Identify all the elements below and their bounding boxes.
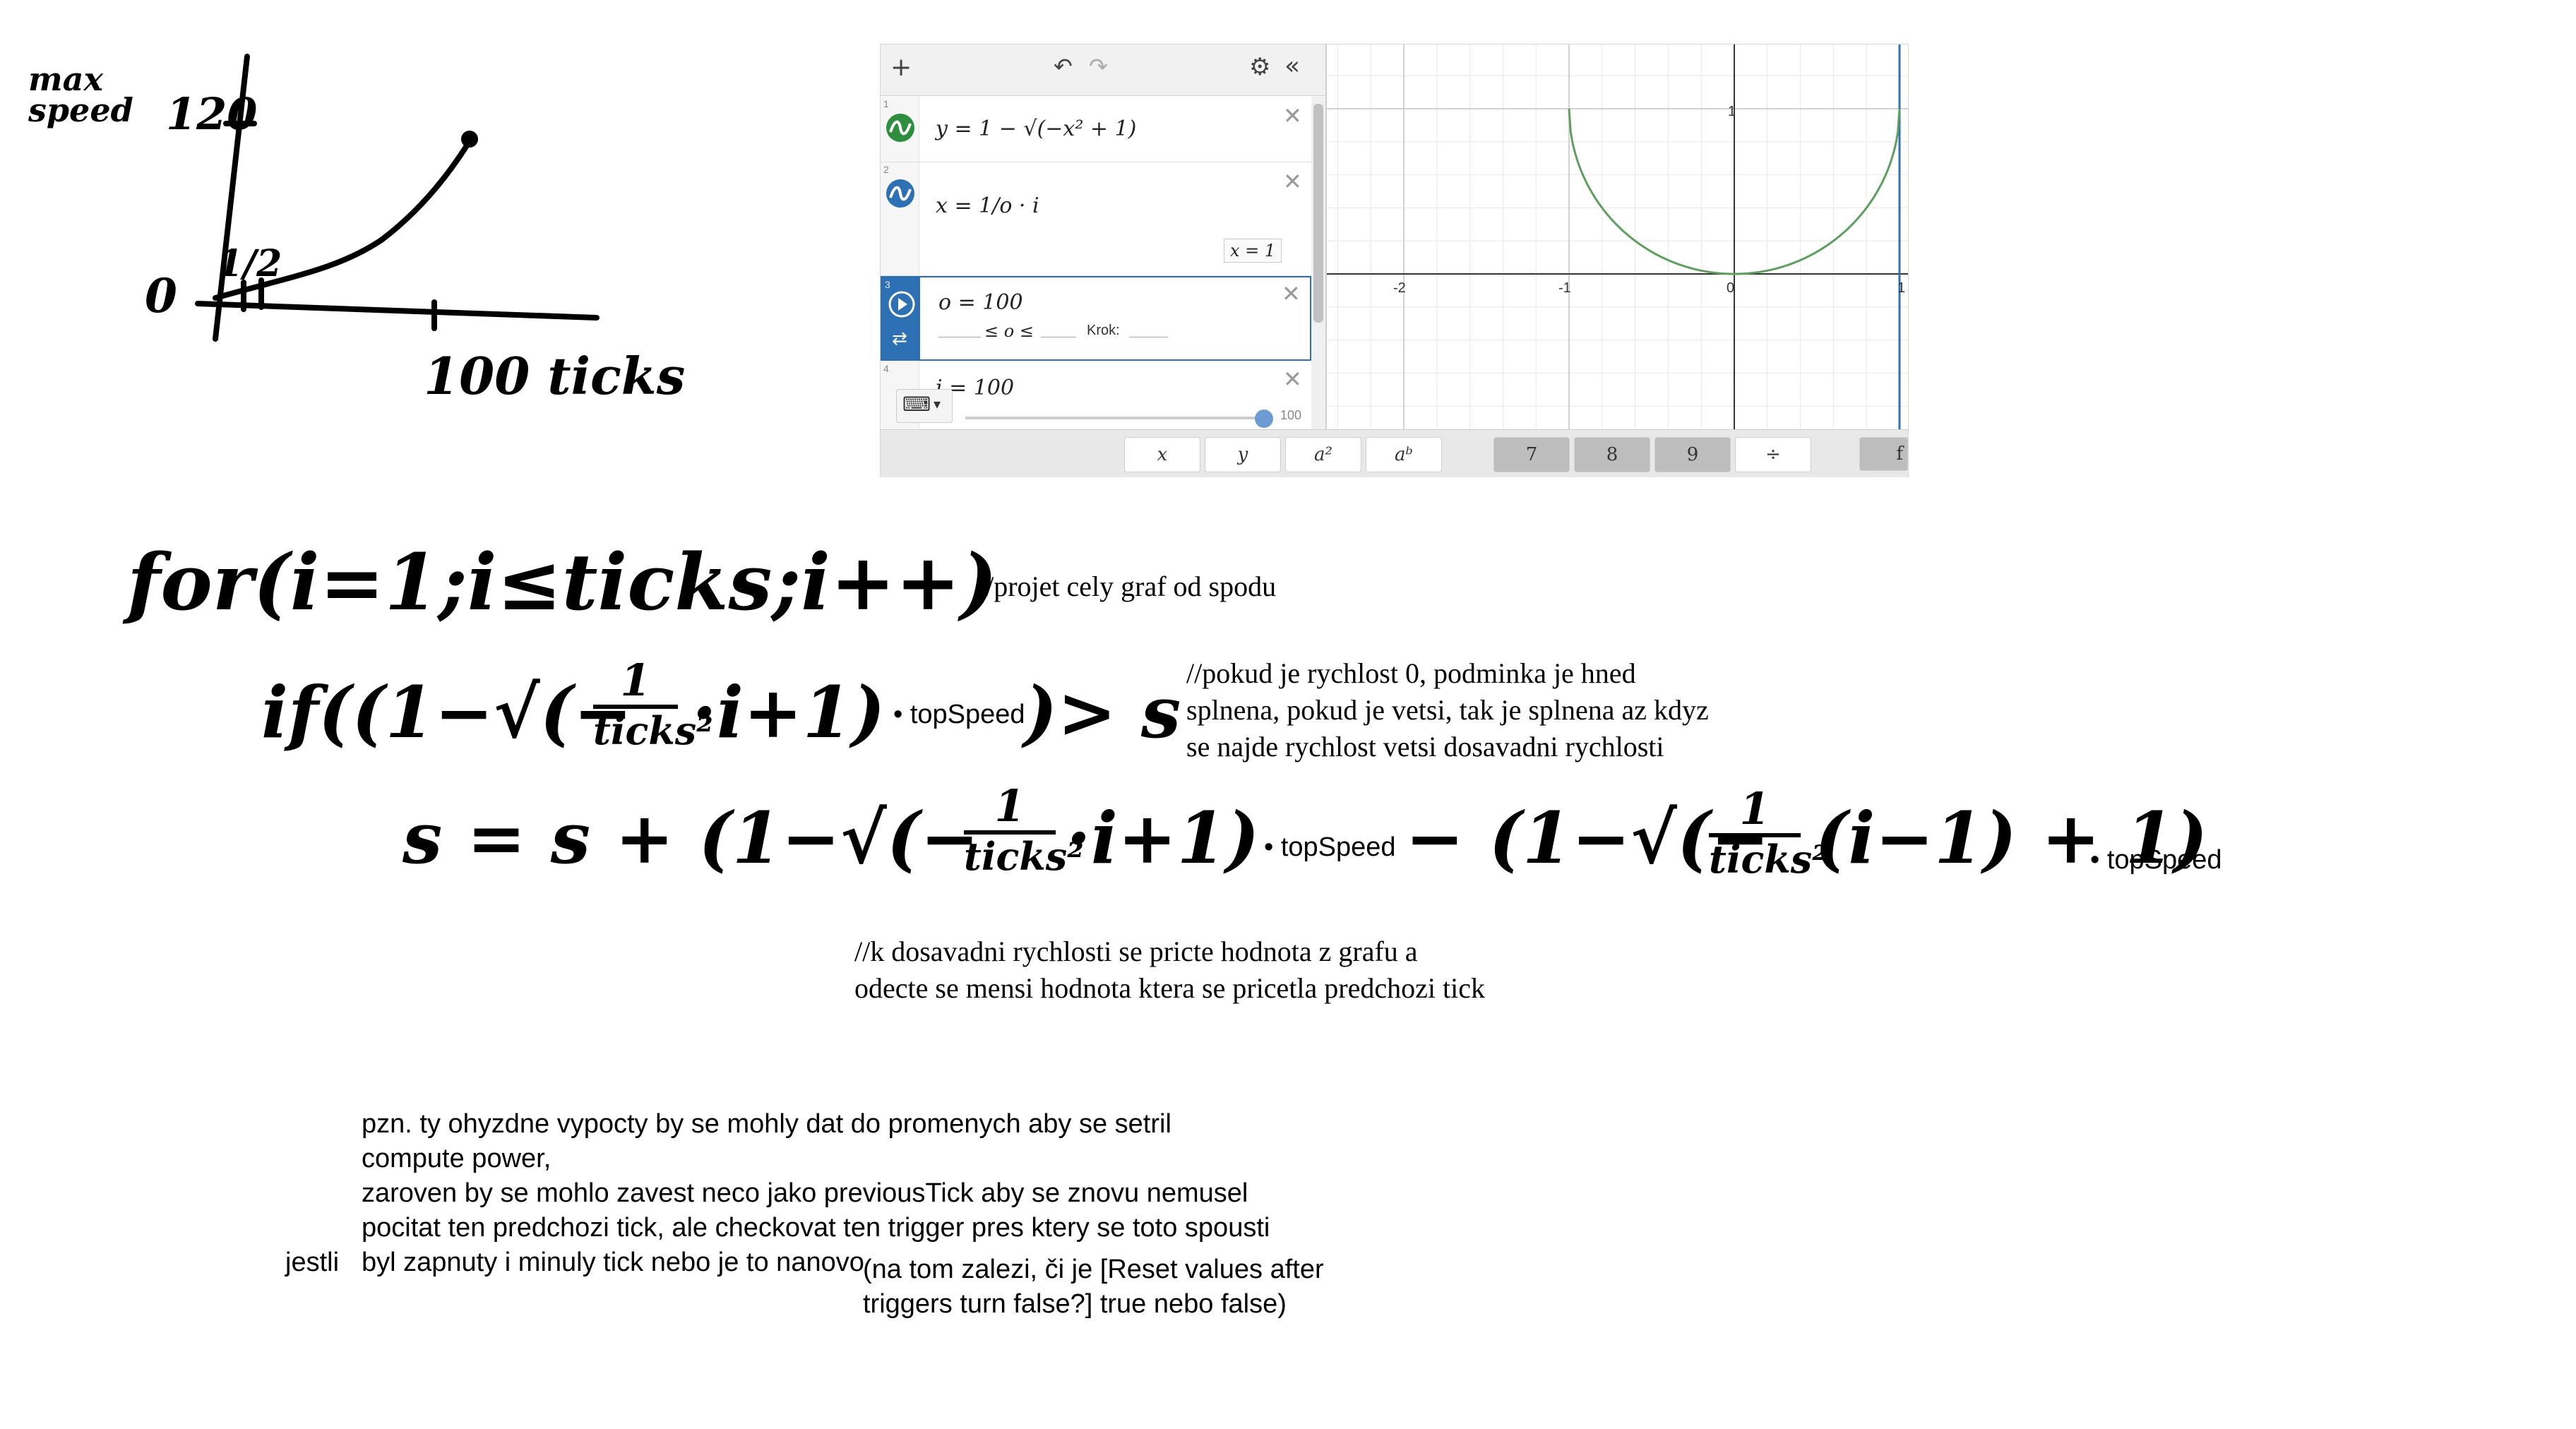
expression-gutter: 2 (881, 162, 919, 275)
key-square[interactable]: a² (1285, 437, 1361, 472)
graph-color-icon[interactable] (885, 112, 916, 143)
step-label: Krok: (1087, 323, 1120, 338)
assign-comment: //k dosavadni rychlosti se pricte hodnot… (854, 935, 1485, 1004)
sketch-ylabel: max speed (28, 60, 133, 129)
if-comment: //pokud je rychlost 0, podminka je hned … (1186, 657, 1709, 763)
expression-number: 1 (883, 98, 889, 109)
assign-line: s = s + (1−√(− 1 ticks² ·i+1) • topSpeed… (402, 782, 2556, 909)
key-functions[interactable]: f (1859, 437, 1908, 471)
close-icon[interactable]: ✕ (1283, 102, 1302, 129)
sketch-xlabel: 100 ticks (424, 346, 686, 406)
graph-canvas[interactable] (1327, 44, 1908, 429)
x-tick-label: -2 (1393, 280, 1406, 296)
sketch-x-axis (195, 301, 600, 321)
chevron-down-icon: ▾ (934, 395, 941, 412)
slider-max-label: 100 (1280, 408, 1302, 422)
expression-row-2[interactable]: 2 x = 1/o · i ✕ x = 1 (881, 162, 1311, 276)
assign-topspeed-1: • topSpeed (1264, 832, 1396, 862)
close-icon[interactable]: ✕ (1282, 280, 1301, 307)
if-suffix: ·i+1) (692, 671, 886, 754)
speed-sketch: max speed 120 0 1/2 100 ticks (28, 42, 685, 438)
undo-icon[interactable]: ↶ (1054, 53, 1073, 80)
assign-topspeed-2: • topSpeed (2090, 845, 2222, 875)
math-keypad: x y a² aᵇ 7 8 9 ÷ f (881, 429, 1908, 477)
double-chevron-left-icon[interactable]: « (1284, 52, 1300, 80)
for-loop-line: for(i=1;i≤ticks;i++) (127, 537, 998, 628)
fraction-numerator: 1 (593, 657, 678, 709)
redo-icon[interactable]: ↷ (1089, 53, 1108, 80)
fraction-numerator: 1 (964, 782, 1056, 835)
expression-latex[interactable]: y = 1 − √(−x² + 1) (936, 116, 1136, 141)
expression-number: 2 (883, 164, 889, 175)
notes-jestli: jestli (285, 1248, 340, 1277)
sketch-ytick-label: 120 (166, 88, 258, 140)
notes-aside: (na tom zalezi, či je [Reset values afte… (863, 1255, 1324, 1319)
key-x[interactable]: x (1124, 437, 1200, 472)
key-power[interactable]: aᵇ (1366, 437, 1442, 472)
expression-scrollbar[interactable] (1311, 97, 1325, 429)
gear-icon[interactable]: ⚙ (1249, 53, 1270, 81)
plus-icon[interactable]: + (890, 53, 912, 82)
expression-latex[interactable]: o = 100 (938, 290, 1023, 315)
assign-fraction-2: 1 ticks² (1709, 785, 1829, 882)
expression-number: 4 (883, 363, 889, 374)
key-8[interactable]: 8 (1574, 437, 1650, 472)
if-line: if((1−√(− 1 ticks² ·i+1) • topSpeed )> s (261, 657, 1181, 784)
graph-color-icon[interactable] (885, 178, 916, 209)
expression-gutter: 1 (881, 97, 919, 162)
x-tick-label: 0 (1727, 280, 1735, 296)
x-tick-label: 1 (1897, 280, 1906, 296)
keyboard-toggle-button[interactable]: ⌨ ▾ (896, 389, 953, 423)
scrollbar-thumb[interactable] (1313, 104, 1323, 323)
slider-thumb[interactable] (1255, 409, 1273, 428)
key-9[interactable]: 9 (1654, 437, 1731, 472)
loop-icon[interactable]: ⇄ (892, 328, 907, 349)
expression-latex[interactable]: x = 1/o · i (936, 193, 1039, 218)
desmos-calculator: + ↶ ↷ ⚙ « 1 y = 1 − √(−x² + 1) ✕ 2 x = 1… (880, 44, 1909, 477)
close-icon[interactable]: ✕ (1283, 168, 1302, 195)
slider-track[interactable] (965, 417, 1262, 419)
fraction-numerator: 1 (1709, 785, 1801, 837)
expression-list: + ↶ ↷ ⚙ « 1 y = 1 − √(−x² + 1) ✕ 2 x = 1… (881, 44, 1327, 430)
play-icon[interactable] (888, 290, 916, 318)
assign-fraction-1: 1 ticks² (964, 782, 1084, 879)
assign-prefix: s = s + (1−√(− (402, 796, 979, 880)
slider-range-label: ≤ o ≤ (984, 321, 1034, 341)
y-tick-label: 1 (1728, 104, 1736, 119)
if-topspeed: • topSpeed (893, 700, 1025, 729)
close-icon[interactable]: ✕ (1283, 366, 1302, 393)
key-7[interactable]: 7 (1493, 437, 1570, 472)
x-tick-label: -1 (1558, 280, 1571, 296)
expression-toolbar: + ↶ ↷ ⚙ « (881, 44, 1325, 96)
if-close: )> s (1024, 671, 1181, 754)
if-prefix: if((1−√(− (261, 671, 633, 754)
key-divide[interactable]: ÷ (1735, 437, 1811, 472)
expression-row-3[interactable]: 3 ⇄ o = 100 ✕ ≤ o ≤ Krok: (881, 276, 1311, 361)
graph-paper[interactable]: -2 -1 0 1 1 (1327, 44, 1908, 429)
expression-number: 3 (885, 279, 890, 290)
assign-mid: ·i+1) (1066, 796, 1260, 880)
if-fraction: 1 ticks² (593, 657, 713, 753)
key-y[interactable]: y (1205, 437, 1281, 472)
sketch-curve-endpoint (461, 131, 478, 148)
fraction-denominator: ticks² (1709, 837, 1829, 882)
expression-value: x = 1 (1224, 239, 1282, 263)
sketch-small-ticks-label: 1/2 (217, 242, 282, 285)
keyboard-icon: ⌨ (902, 393, 931, 416)
fraction-denominator: ticks² (593, 708, 713, 753)
for-loop-comment: //projet cely graf od spodu (978, 570, 1277, 602)
fraction-denominator: ticks² (964, 834, 1084, 879)
expression-row-1[interactable]: 1 y = 1 − √(−x² + 1) ✕ (881, 97, 1311, 162)
sketch-origin-label: 0 (145, 268, 177, 323)
expression-gutter: 3 ⇄ (882, 277, 920, 359)
